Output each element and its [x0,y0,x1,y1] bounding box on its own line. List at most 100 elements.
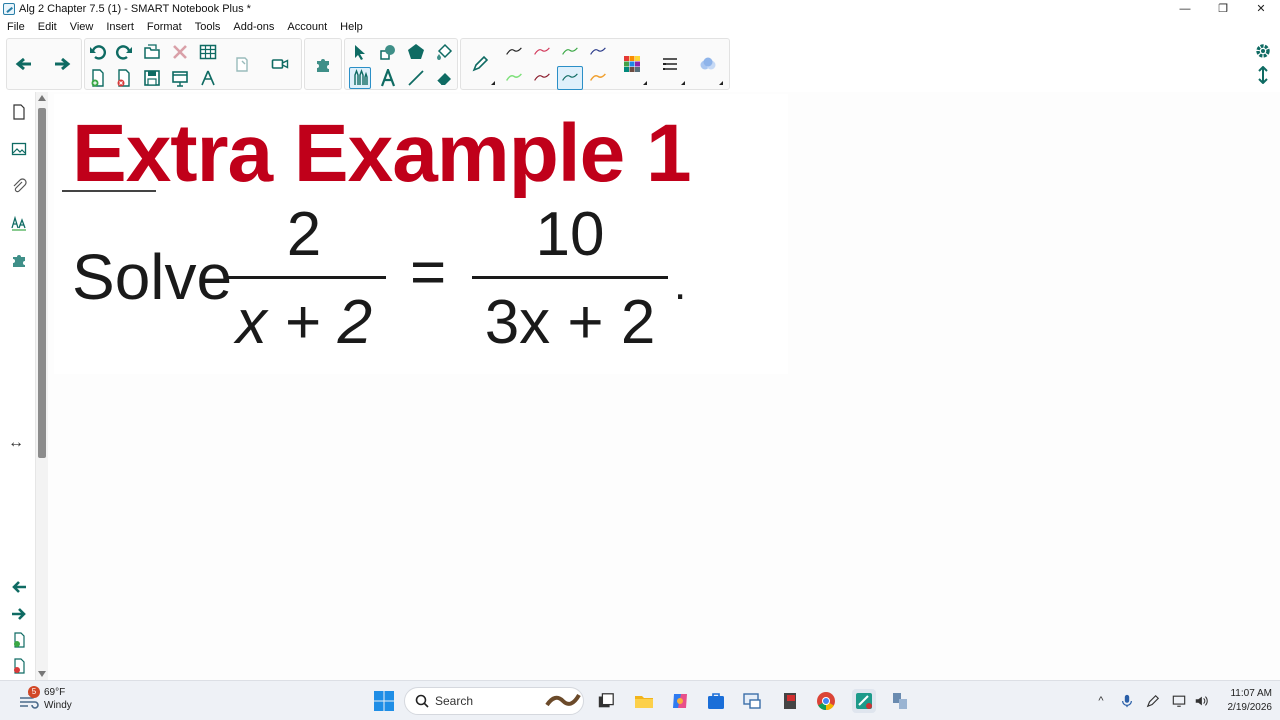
view-screens-button[interactable] [231,53,253,75]
next-page-side-button[interactable] [9,604,29,624]
shapes-tool[interactable] [377,41,399,63]
taskbar-search[interactable]: Search [404,687,584,715]
screen-shade-button[interactable] [169,67,191,89]
copilot-button[interactable] [668,689,692,713]
add-page-button[interactable] [87,67,109,89]
puzzle-icon [13,255,25,267]
previous-page-button[interactable] [13,53,35,75]
minimize-button[interactable]: — [1166,0,1204,18]
microphone-button[interactable] [1118,692,1136,710]
open-file-button[interactable] [141,41,163,63]
start-button[interactable] [372,689,396,713]
menu-account[interactable]: Account [280,21,333,33]
pens-tool[interactable] [349,67,371,89]
text-tool[interactable] [377,67,399,89]
pen-icon [1146,694,1160,708]
gallery-tab[interactable] [9,139,29,159]
pen-style-dark-red[interactable] [531,67,553,89]
line-icon [408,70,424,86]
delete-page-button[interactable] [113,67,135,89]
microphone-icon [1122,694,1132,708]
pen-style-navy[interactable] [587,41,609,63]
store-button[interactable] [704,689,728,713]
redo-button[interactable] [113,41,135,63]
weather-widget[interactable]: 5 69°F Windy [18,686,72,712]
pen-effects-button[interactable] [697,53,719,75]
properties-tab[interactable] [9,213,29,233]
color-palette-button[interactable] [621,53,643,75]
insert-table-button[interactable] [197,41,219,63]
arrow-left-icon [12,581,26,593]
video-camera-icon [271,59,289,69]
record-video-button[interactable] [269,53,291,75]
chrome-button[interactable] [814,689,838,713]
fill-tool[interactable] [433,41,455,63]
pen-style-green[interactable] [559,41,581,63]
task-view-button[interactable] [594,689,618,713]
add-page-side-button[interactable] [9,630,29,650]
menu-tools[interactable]: Tools [188,21,227,33]
example-image[interactable]: Extra Example 1 Solve 2 x + 2 = 10 3x + … [54,94,788,374]
page-sorter-tab[interactable] [9,102,29,122]
search-icon [415,694,429,708]
menu-add-ons[interactable]: Add-ons [226,21,280,33]
save-button[interactable] [141,67,163,89]
delete-button[interactable] [169,41,191,63]
pen-style-black[interactable] [503,41,525,63]
remote-app-button[interactable] [740,689,764,713]
pen-style-light-green[interactable] [503,67,525,89]
undo-icon [90,45,107,60]
clock-date: 2/19/2026 [1227,702,1273,713]
paint-bucket-icon [437,43,453,60]
attachments-tab[interactable] [9,176,29,196]
restore-button[interactable]: ❐ [1204,0,1242,18]
pen-menu-button[interactable] [1144,692,1162,710]
pdf-app-button[interactable] [778,689,802,713]
network-button[interactable] [1170,692,1188,710]
search-label: Search [435,694,474,708]
clock-time: 11:07 AM [1230,688,1272,699]
tray-overflow-button[interactable]: ^ [1092,692,1110,710]
vertical-scrollbar[interactable] [36,92,48,680]
eraser-tool[interactable] [433,67,455,89]
pen-style-orange[interactable] [587,67,609,89]
move-toolbar-button[interactable] [1252,64,1274,86]
toolbar [0,36,1280,92]
scrollbar-thumb[interactable] [38,108,46,458]
pen-type-button[interactable] [469,53,491,75]
measurement-tools-button[interactable] [197,67,219,89]
close-button[interactable]: ✕ [1242,0,1280,18]
pen-style-red[interactable] [531,41,553,63]
pens-icon [354,69,368,85]
dropdown-corner-icon [681,81,685,85]
scroll-down-arrow-icon[interactable] [38,671,46,677]
menu-edit[interactable]: Edit [31,21,63,33]
next-page-button[interactable] [51,53,73,75]
panel-resize-handle[interactable]: ↔ [8,434,24,452]
delete-page-side-button[interactable] [9,656,29,676]
add-ons-button[interactable] [312,53,334,75]
file-explorer-button[interactable] [632,689,656,713]
line-tool[interactable] [405,67,427,89]
regular-polygon-tool[interactable] [405,41,427,63]
volume-button[interactable] [1192,692,1210,710]
previous-page-side-button[interactable] [9,577,29,597]
task-view-icon [598,693,614,708]
menu-help[interactable]: Help [333,21,369,33]
whiteboard-canvas[interactable]: Extra Example 1 Solve 2 x + 2 = 10 3x + … [48,92,1280,680]
pen-style-teal[interactable] [557,66,583,90]
system-clock[interactable]: 11:07 AM 2/19/2026 [1212,687,1273,715]
select-tool[interactable] [349,41,371,63]
menu-view[interactable]: View [63,21,100,33]
line-style-button[interactable] [659,53,681,75]
network-app-button[interactable] [888,689,912,713]
smart-notebook-taskbar-button[interactable] [852,689,876,713]
menu-format[interactable]: Format [140,21,188,33]
menu-insert[interactable]: Insert [99,21,140,33]
settings-button[interactable] [1252,40,1274,62]
menu-file[interactable]: File [0,21,31,33]
temperature: 69°F [44,687,66,698]
scroll-up-arrow-icon[interactable] [38,95,46,101]
undo-button[interactable] [87,41,109,63]
add-ons-tab[interactable] [9,250,29,270]
